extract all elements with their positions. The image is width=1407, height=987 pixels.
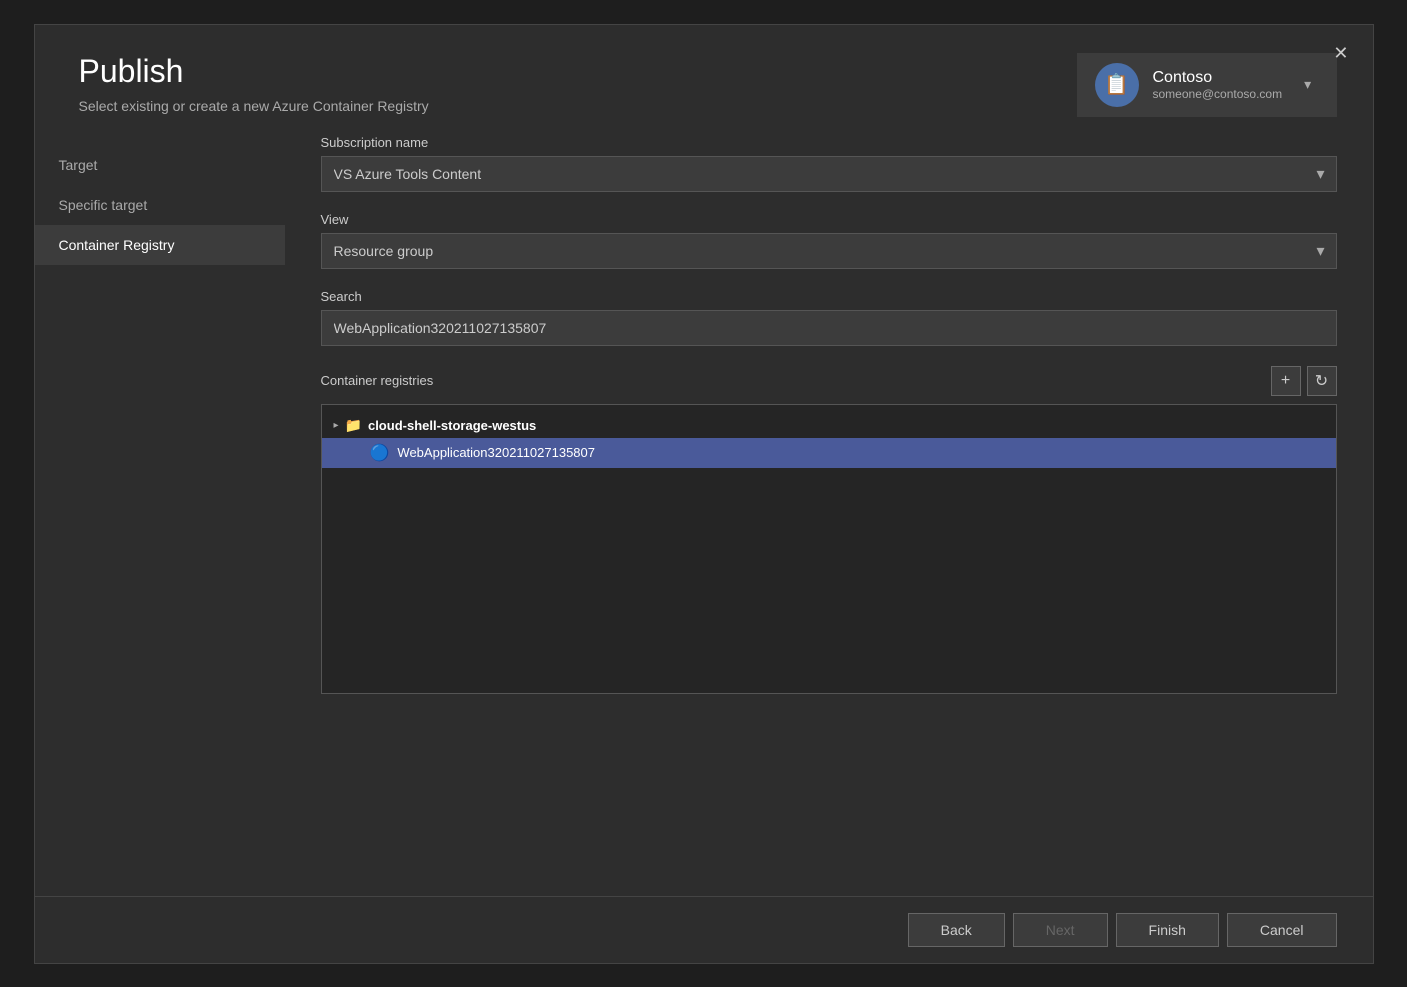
icon-buttons: + ↻ [1271,366,1337,396]
finish-button[interactable]: Finish [1116,913,1219,947]
view-select[interactable]: Resource group [321,233,1337,269]
account-info: Contoso someone@contoso.com [1153,69,1283,101]
main-content: Subscription name VS Azure Tools Content… [285,135,1373,896]
registries-label: Container registries [321,373,434,388]
back-button[interactable]: Back [908,913,1005,947]
account-email: someone@contoso.com [1153,87,1283,101]
close-button[interactable]: ✕ [1325,39,1356,68]
tree-group-name: cloud-shell-storage-westus [368,418,536,433]
view-label: View [321,212,1337,227]
account-area[interactable]: 📋 Contoso someone@contoso.com ▾ [1077,53,1337,117]
registries-header: Container registries + ↻ [321,366,1337,396]
registry-tree[interactable]: ▸ 📁 cloud-shell-storage-westus 🔵 WebAppl… [321,404,1337,694]
account-name: Contoso [1153,69,1283,87]
search-group: Search [321,289,1337,346]
next-button[interactable]: Next [1013,913,1108,947]
sidebar-item-container-registry[interactable]: Container Registry [35,225,285,265]
account-icon: 📋 [1095,63,1139,107]
cancel-button[interactable]: Cancel [1227,913,1337,947]
tree-item-name: WebApplication320211027135807 [397,445,595,460]
sidebar-item-specific-target[interactable]: Specific target [35,185,285,225]
tree-item-webapp[interactable]: 🔵 WebApplication320211027135807 [322,438,1336,468]
subscription-group: Subscription name VS Azure Tools Content [321,135,1337,192]
add-registry-button[interactable]: + [1271,366,1301,396]
subscription-label: Subscription name [321,135,1337,150]
search-input[interactable] [321,310,1337,346]
dialog-header: Publish Select existing or create a new … [35,25,1373,135]
publish-dialog: ✕ Publish Select existing or create a ne… [34,24,1374,964]
account-chevron-icon: ▾ [1304,76,1311,93]
title-area: Publish Select existing or create a new … [79,53,429,114]
tree-arrow-icon: ▸ [334,420,339,431]
folder-icon: 📁 [345,417,362,434]
dialog-footer: Back Next Finish Cancel [35,896,1373,963]
sidebar-item-target[interactable]: Target [35,145,285,185]
search-label: Search [321,289,1337,304]
subscription-select[interactable]: VS Azure Tools Content [321,156,1337,192]
registries-group: Container registries + ↻ ▸ 📁 cloud-shell… [321,366,1337,694]
tree-group: ▸ 📁 cloud-shell-storage-westus [322,413,1336,438]
refresh-button[interactable]: ↻ [1307,366,1337,396]
sidebar: Target Specific target Container Registr… [35,135,285,896]
dialog-title: Publish [79,53,429,90]
subscription-select-wrapper: VS Azure Tools Content [321,156,1337,192]
view-group: View Resource group [321,212,1337,269]
view-select-wrapper: Resource group [321,233,1337,269]
dialog-subtitle: Select existing or create a new Azure Co… [79,98,429,114]
dialog-body: Target Specific target Container Registr… [35,135,1373,896]
registry-icon: 🔵 [370,443,390,463]
